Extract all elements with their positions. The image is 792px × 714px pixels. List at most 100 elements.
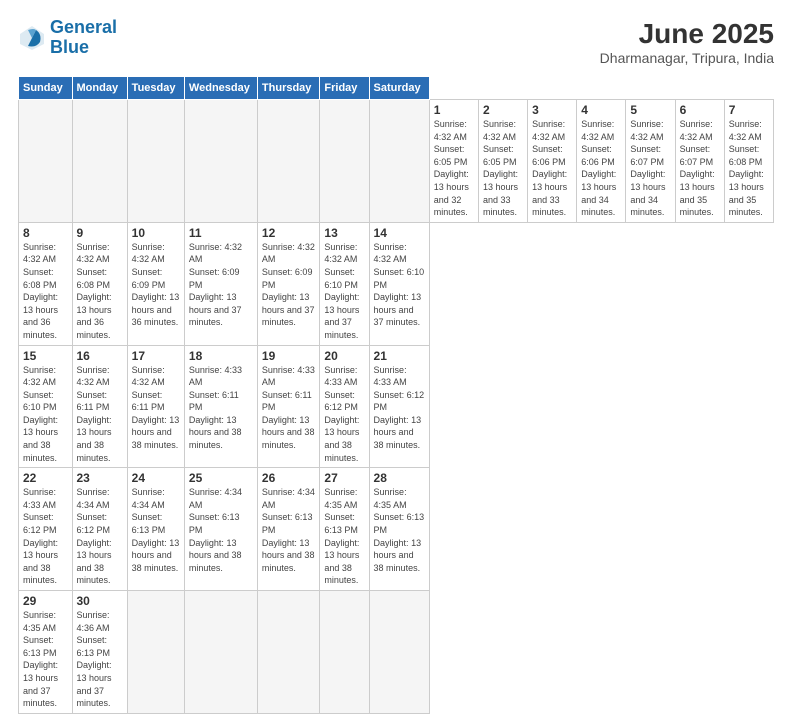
calendar-cell: 1Sunrise: 4:32 AMSunset: 6:05 PMDaylight… [429,100,478,223]
day-info: Sunrise: 4:32 AMSunset: 6:06 PMDaylight:… [532,118,572,219]
header: General Blue June 2025 Dharmanagar, Trip… [18,18,774,66]
calendar-cell [72,100,127,223]
day-number: 22 [23,471,68,485]
calendar-cell: 5Sunrise: 4:32 AMSunset: 6:07 PMDaylight… [626,100,675,223]
calendar-cell: 30Sunrise: 4:36 AMSunset: 6:13 PMDayligh… [72,591,127,714]
day-number: 14 [374,226,425,240]
day-info: Sunrise: 4:35 AMSunset: 6:13 PMDaylight:… [374,486,425,574]
day-info: Sunrise: 4:34 AMSunset: 6:13 PMDaylight:… [132,486,180,574]
day-number: 19 [262,349,315,363]
day-number: 1 [434,103,474,117]
calendar-table: SundayMondayTuesdayWednesdayThursdayFrid… [18,76,774,714]
weekday-header-row: SundayMondayTuesdayWednesdayThursdayFrid… [19,77,774,100]
calendar-cell: 4Sunrise: 4:32 AMSunset: 6:06 PMDaylight… [577,100,626,223]
weekday-header-wednesday: Wednesday [184,77,257,100]
day-info: Sunrise: 4:32 AMSunset: 6:09 PMDaylight:… [189,241,253,329]
calendar-cell [184,100,257,223]
calendar-cell: 27Sunrise: 4:35 AMSunset: 6:13 PMDayligh… [320,468,369,591]
calendar-cell: 12Sunrise: 4:32 AMSunset: 6:09 PMDayligh… [257,222,319,345]
calendar-cell: 6Sunrise: 4:32 AMSunset: 6:07 PMDaylight… [675,100,724,223]
calendar-cell [257,591,319,714]
calendar-week-4: 22Sunrise: 4:33 AMSunset: 6:12 PMDayligh… [19,468,774,591]
calendar-week-5: 29Sunrise: 4:35 AMSunset: 6:13 PMDayligh… [19,591,774,714]
calendar-cell: 21Sunrise: 4:33 AMSunset: 6:12 PMDayligh… [369,345,429,468]
calendar-body: 1Sunrise: 4:32 AMSunset: 6:05 PMDaylight… [19,100,774,714]
day-number: 4 [581,103,621,117]
day-info: Sunrise: 4:34 AMSunset: 6:13 PMDaylight:… [262,486,315,574]
calendar-cell: 19Sunrise: 4:33 AMSunset: 6:11 PMDayligh… [257,345,319,468]
day-number: 21 [374,349,425,363]
weekday-header-monday: Monday [72,77,127,100]
calendar-header: SundayMondayTuesdayWednesdayThursdayFrid… [19,77,774,100]
day-info: Sunrise: 4:36 AMSunset: 6:13 PMDaylight:… [77,609,123,710]
day-number: 6 [680,103,720,117]
calendar-cell: 17Sunrise: 4:32 AMSunset: 6:11 PMDayligh… [127,345,184,468]
day-info: Sunrise: 4:33 AMSunset: 6:12 PMDaylight:… [23,486,68,587]
day-number: 9 [77,226,123,240]
logo-text: General Blue [50,18,117,58]
calendar-cell [320,591,369,714]
day-number: 24 [132,471,180,485]
calendar-cell: 23Sunrise: 4:34 AMSunset: 6:12 PMDayligh… [72,468,127,591]
page: General Blue June 2025 Dharmanagar, Trip… [0,0,792,612]
day-info: Sunrise: 4:32 AMSunset: 6:11 PMDaylight:… [132,364,180,452]
day-info: Sunrise: 4:32 AMSunset: 6:11 PMDaylight:… [77,364,123,465]
day-info: Sunrise: 4:32 AMSunset: 6:09 PMDaylight:… [132,241,180,329]
weekday-header-tuesday: Tuesday [127,77,184,100]
day-number: 27 [324,471,364,485]
day-info: Sunrise: 4:35 AMSunset: 6:13 PMDaylight:… [324,486,364,587]
day-number: 5 [630,103,670,117]
calendar-week-3: 15Sunrise: 4:32 AMSunset: 6:10 PMDayligh… [19,345,774,468]
calendar-week-1: 1Sunrise: 4:32 AMSunset: 6:05 PMDaylight… [19,100,774,223]
month-title: June 2025 [600,18,774,50]
day-info: Sunrise: 4:32 AMSunset: 6:05 PMDaylight:… [483,118,523,219]
weekday-header-sunday: Sunday [19,77,73,100]
calendar-cell: 2Sunrise: 4:32 AMSunset: 6:05 PMDaylight… [478,100,527,223]
calendar-cell [320,100,369,223]
calendar-cell: 29Sunrise: 4:35 AMSunset: 6:13 PMDayligh… [19,591,73,714]
day-info: Sunrise: 4:33 AMSunset: 6:11 PMDaylight:… [262,364,315,452]
calendar-cell [369,100,429,223]
calendar-cell: 20Sunrise: 4:33 AMSunset: 6:12 PMDayligh… [320,345,369,468]
calendar-cell: 11Sunrise: 4:32 AMSunset: 6:09 PMDayligh… [184,222,257,345]
day-info: Sunrise: 4:34 AMSunset: 6:13 PMDaylight:… [189,486,253,574]
calendar-cell: 22Sunrise: 4:33 AMSunset: 6:12 PMDayligh… [19,468,73,591]
logo: General Blue [18,18,117,58]
calendar-cell: 10Sunrise: 4:32 AMSunset: 6:09 PMDayligh… [127,222,184,345]
day-number: 29 [23,594,68,608]
day-info: Sunrise: 4:32 AMSunset: 6:07 PMDaylight:… [630,118,670,219]
calendar-cell: 24Sunrise: 4:34 AMSunset: 6:13 PMDayligh… [127,468,184,591]
calendar-cell [127,100,184,223]
calendar-cell [369,591,429,714]
calendar-cell: 13Sunrise: 4:32 AMSunset: 6:10 PMDayligh… [320,222,369,345]
day-number: 12 [262,226,315,240]
day-info: Sunrise: 4:32 AMSunset: 6:09 PMDaylight:… [262,241,315,329]
day-info: Sunrise: 4:33 AMSunset: 6:12 PMDaylight:… [374,364,425,452]
calendar-cell: 16Sunrise: 4:32 AMSunset: 6:11 PMDayligh… [72,345,127,468]
calendar-cell: 18Sunrise: 4:33 AMSunset: 6:11 PMDayligh… [184,345,257,468]
calendar-cell [19,100,73,223]
day-number: 2 [483,103,523,117]
calendar-cell: 9Sunrise: 4:32 AMSunset: 6:08 PMDaylight… [72,222,127,345]
calendar-cell [257,100,319,223]
day-number: 3 [532,103,572,117]
day-number: 20 [324,349,364,363]
day-number: 13 [324,226,364,240]
weekday-header-thursday: Thursday [257,77,319,100]
calendar-cell: 26Sunrise: 4:34 AMSunset: 6:13 PMDayligh… [257,468,319,591]
day-info: Sunrise: 4:32 AMSunset: 6:07 PMDaylight:… [680,118,720,219]
weekday-header-friday: Friday [320,77,369,100]
day-info: Sunrise: 4:34 AMSunset: 6:12 PMDaylight:… [77,486,123,587]
day-info: Sunrise: 4:33 AMSunset: 6:12 PMDaylight:… [324,364,364,465]
day-info: Sunrise: 4:32 AMSunset: 6:05 PMDaylight:… [434,118,474,219]
day-info: Sunrise: 4:35 AMSunset: 6:13 PMDaylight:… [23,609,68,710]
day-number: 16 [77,349,123,363]
day-number: 25 [189,471,253,485]
day-number: 15 [23,349,68,363]
day-number: 11 [189,226,253,240]
location: Dharmanagar, Tripura, India [600,50,774,66]
day-number: 10 [132,226,180,240]
day-info: Sunrise: 4:32 AMSunset: 6:10 PMDaylight:… [324,241,364,342]
logo-line1: General [50,17,117,37]
day-number: 8 [23,226,68,240]
